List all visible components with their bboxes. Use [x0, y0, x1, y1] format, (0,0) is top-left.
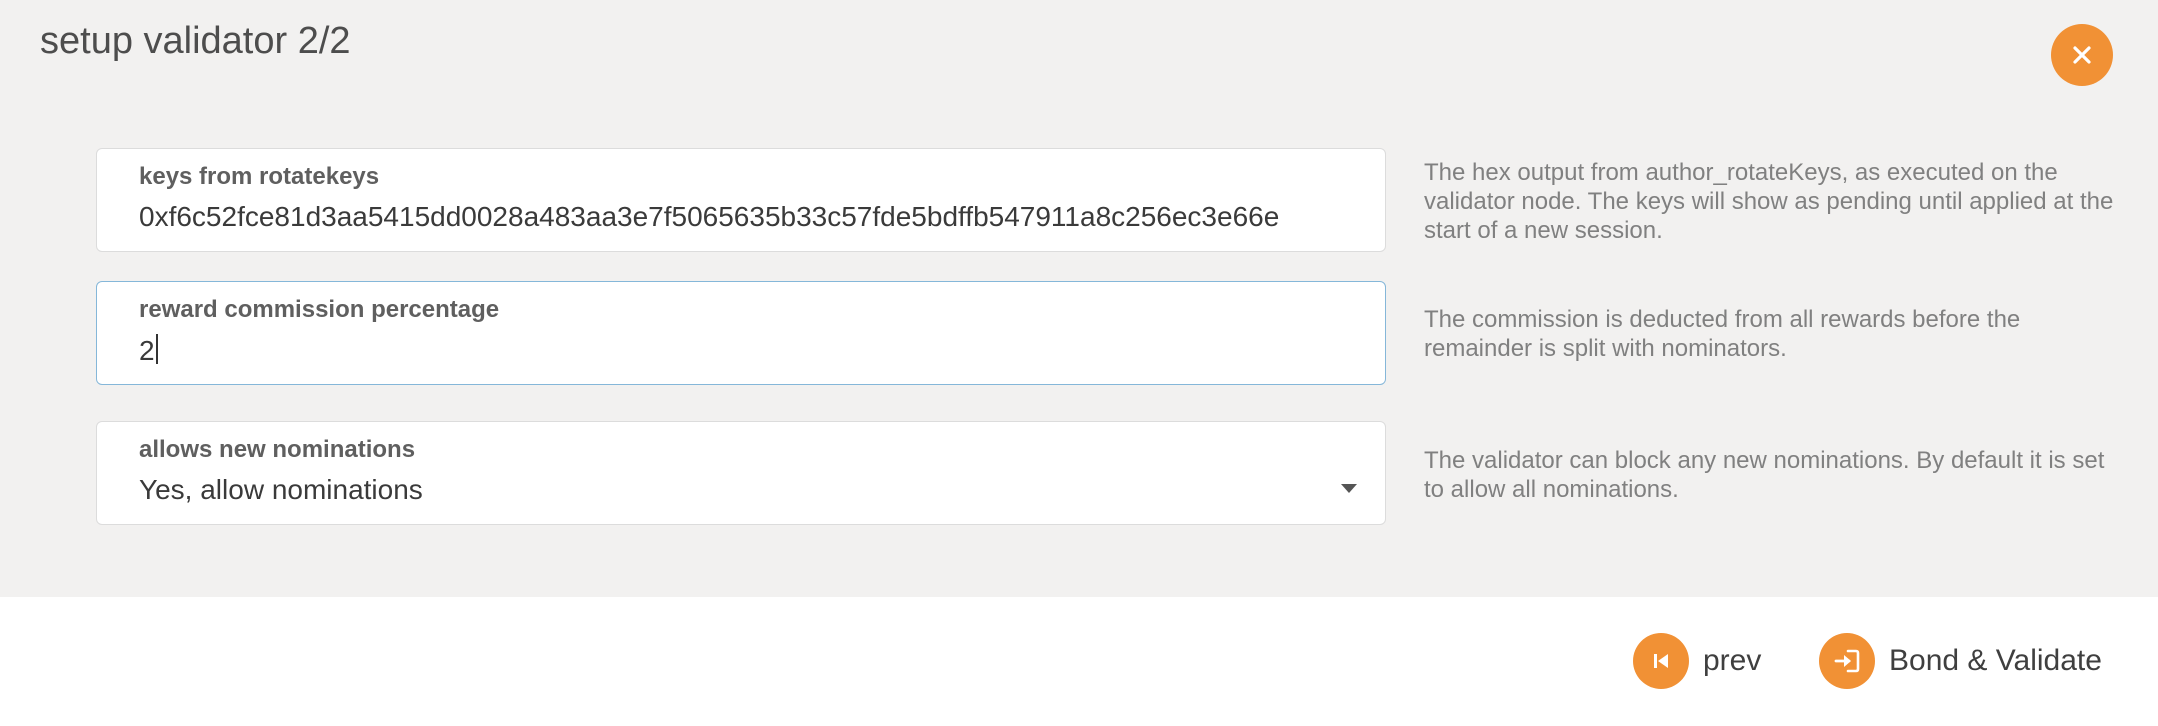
sign-in-icon: [1819, 633, 1875, 689]
rotate-keys-field[interactable]: keys from rotatekeys 0xf6c52fce81d3aa541…: [96, 148, 1386, 252]
close-icon: [2073, 46, 2091, 64]
nominations-help: The validator can block any new nominati…: [1424, 447, 2105, 503]
bond-validate-label: Bond & Validate: [1889, 644, 2102, 677]
commission-help: The commission is deducted from all rewa…: [1424, 306, 2021, 362]
prev-button-label: prev: [1703, 644, 1762, 677]
modal-body: setup validator 2/2 keys from rotatekeys…: [0, 0, 2158, 597]
commission-value: 2: [139, 335, 155, 366]
commission-field[interactable]: reward commission percentage 2: [96, 281, 1386, 385]
setup-validator-modal: setup validator 2/2 keys from rotatekeys…: [0, 0, 2158, 726]
commission-input[interactable]: 2: [139, 334, 1379, 367]
commission-label: reward commission percentage: [139, 296, 500, 323]
bond-validate-button[interactable]: Bond & Validate: [1819, 632, 2102, 690]
nominations-label: allows new nominations: [139, 436, 416, 463]
modal-title: setup validator 2/2: [40, 20, 351, 62]
text-caret: [155, 334, 158, 364]
close-button[interactable]: [2051, 24, 2113, 86]
dropdown-caret-icon[interactable]: [1341, 484, 1357, 493]
prev-button[interactable]: prev: [1633, 632, 1761, 690]
rotate-keys-label: keys from rotatekeys: [139, 163, 380, 190]
nominations-dropdown[interactable]: allows new nominations Yes, allow nomina…: [96, 421, 1386, 525]
nominations-selected-value: Yes, allow nominations: [139, 474, 423, 505]
step-backward-icon: [1633, 633, 1689, 689]
rotate-keys-input[interactable]: 0xf6c52fce81d3aa5415dd0028a483aa3e7f5065…: [139, 201, 1379, 233]
rotate-keys-help: The hex output from author_rotateKeys, a…: [1424, 159, 2114, 244]
